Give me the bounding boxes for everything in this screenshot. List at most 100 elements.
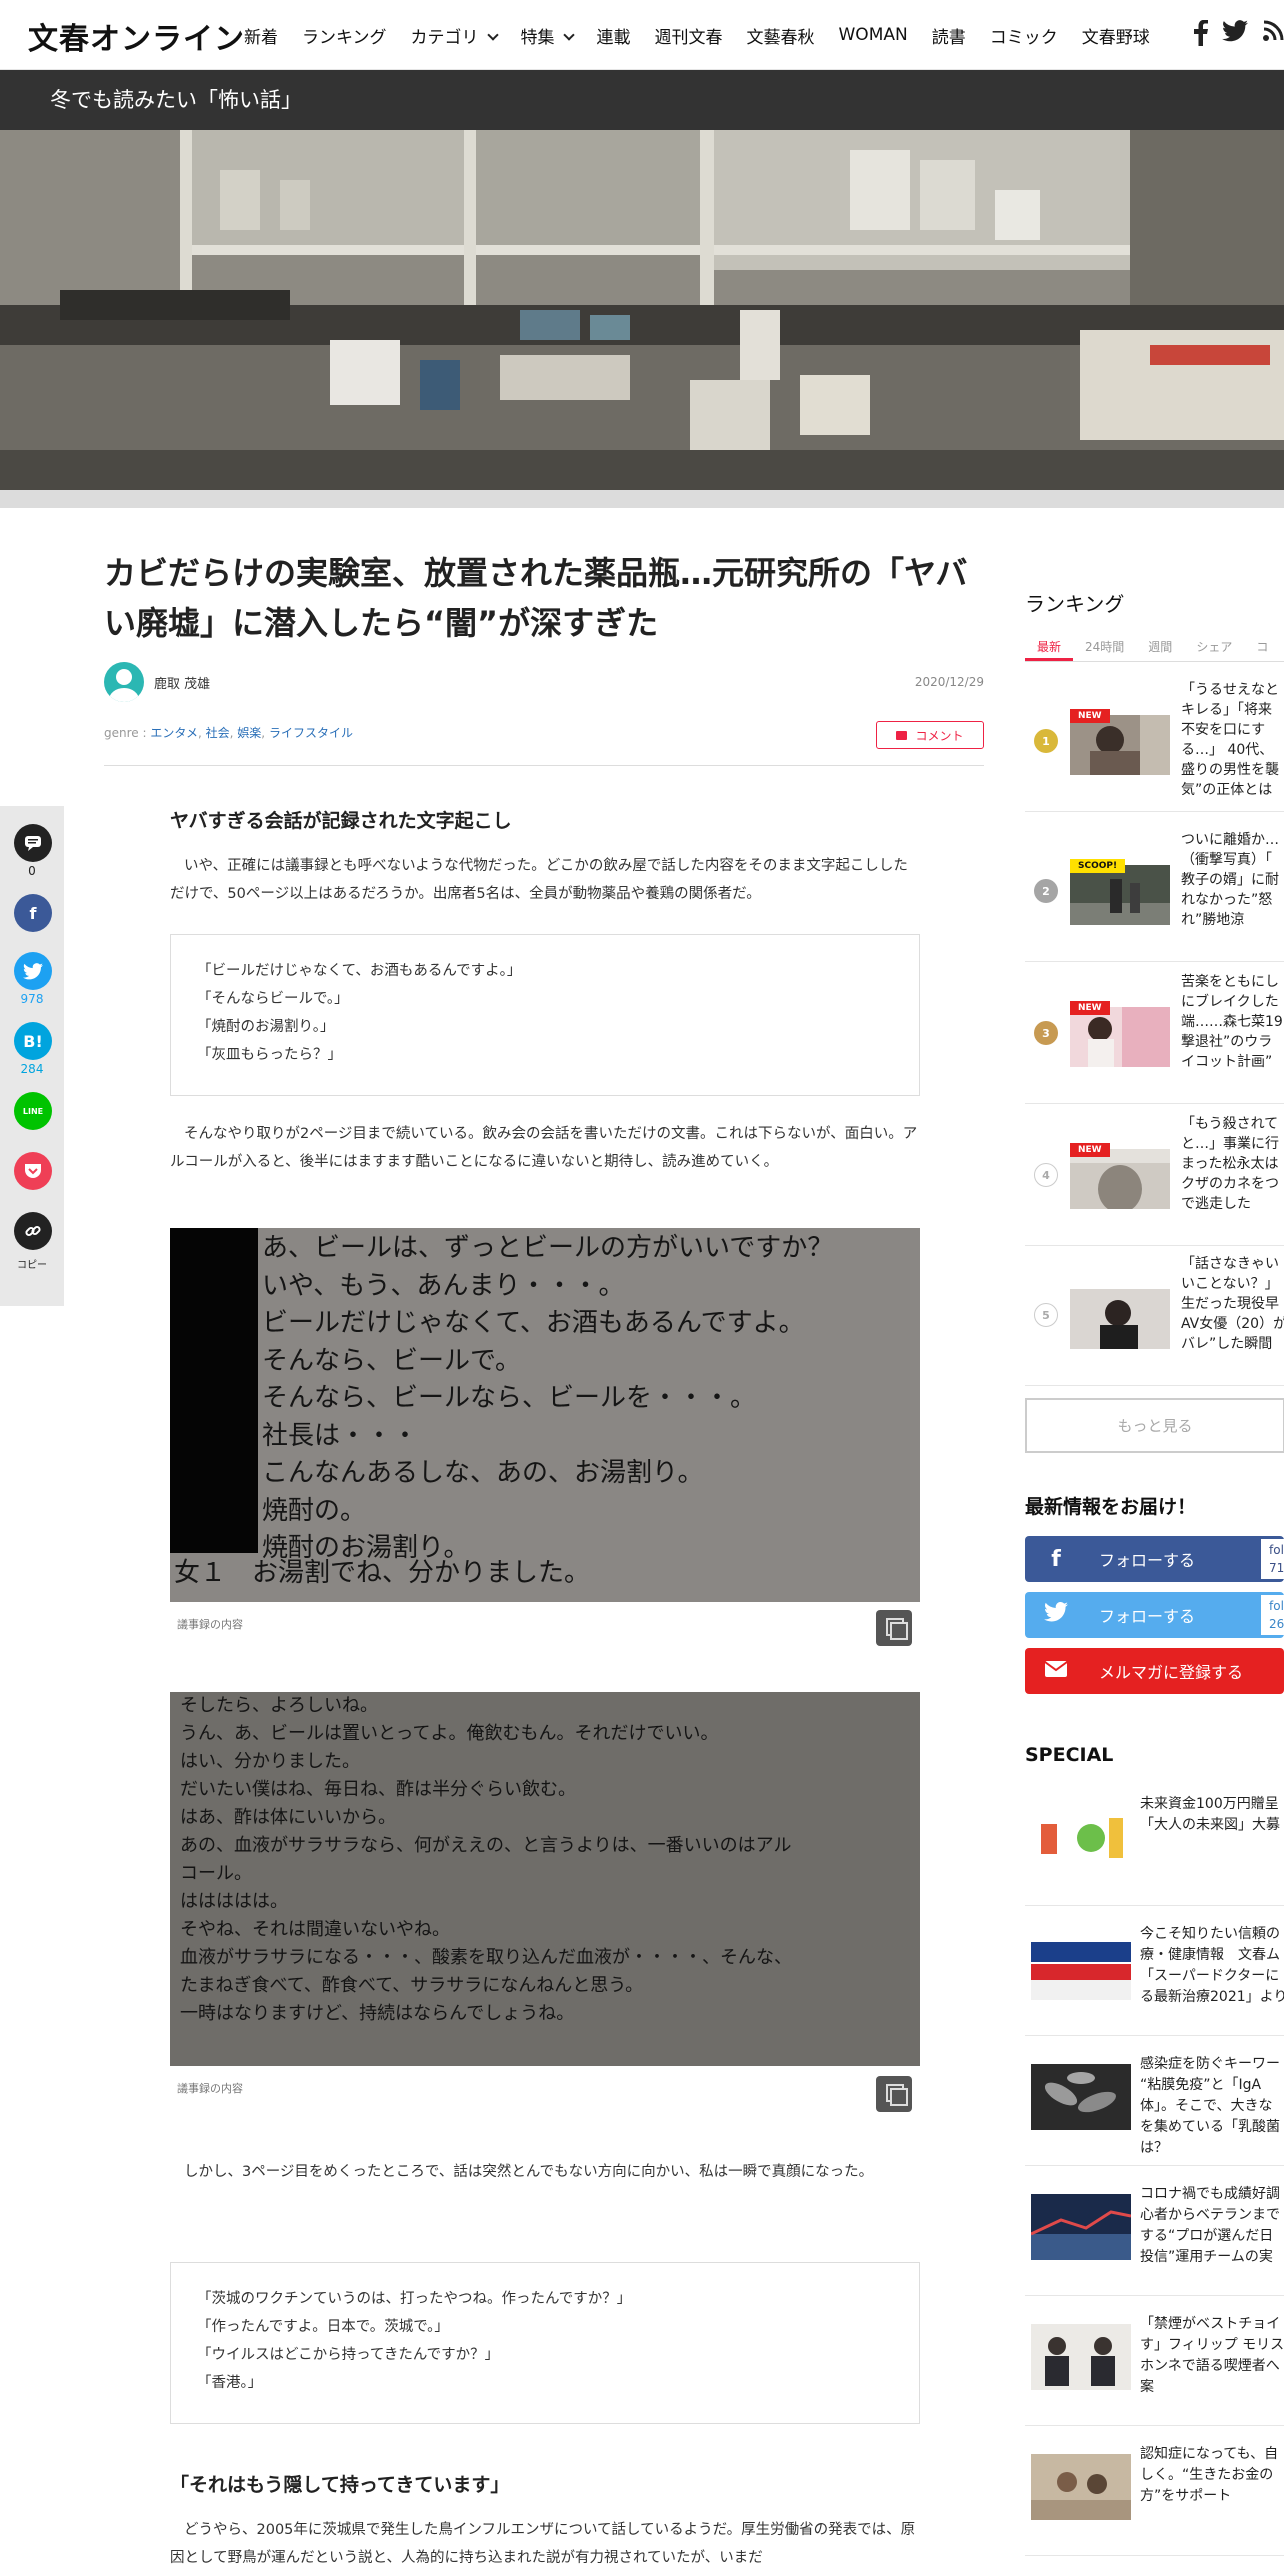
- comment-share-icon[interactable]: [14, 824, 52, 862]
- tab-share[interactable]: シェア: [1184, 632, 1244, 661]
- enlarge-icon[interactable]: [876, 1610, 912, 1646]
- tab-latest[interactable]: 最新: [1025, 632, 1074, 661]
- nav-item-comic[interactable]: コミック: [990, 23, 1058, 48]
- newsletter-button[interactable]: メルマガに登録する: [1025, 1648, 1284, 1694]
- transcript-line: そやね、それは間違いないやね。: [180, 1919, 450, 1940]
- ranking-item[interactable]: 5 「話さなきゃい いことない？」 生だった現役早 AV女優（20）が バレ”し…: [1025, 1246, 1284, 1386]
- document-photo-2[interactable]: そしたら、よろしいね。 うん、あ、ビールは置いとってよ。俺飲むもん。それだけでい…: [170, 1692, 920, 2066]
- ranking-item[interactable]: 2 SCOOP! ついに離婚か… （衝撃写真）「 教子の婿」に耐 れなかった”怒…: [1025, 822, 1284, 962]
- comment-icon: [896, 730, 908, 740]
- transcript-line: コール。: [180, 1863, 252, 1884]
- pocket-share-icon[interactable]: [14, 1152, 52, 1190]
- headline-line: れ”勝地涼: [1181, 912, 1245, 928]
- twitter-share-count: 978: [20, 992, 44, 1006]
- quote-line: 「そんならビールで。」: [197, 991, 349, 1007]
- nav-item-woman[interactable]: WOMAN: [839, 25, 908, 45]
- headline-line: 方”をサポート: [1140, 2488, 1232, 2504]
- special-item[interactable]: 「禁煙がベストチョイ す」フィリップ モリス ホンネで語る喫煙者へ 案: [1025, 2296, 1284, 2426]
- special-thumbnail: [1031, 1804, 1131, 1870]
- chevron-down-icon: [562, 28, 575, 41]
- site-logo[interactable]: 文春オンライン: [28, 14, 245, 58]
- special-item[interactable]: コロナ禍でも成績好調 心者からベテランまで する“プロが選んだ日 投信”運用チー…: [1025, 2166, 1284, 2296]
- comment-button-label: コメント: [915, 728, 964, 743]
- transcript-line: 一時はなりますけど、持続はならんでしょうね。: [180, 2003, 575, 2024]
- quote-line: 「灰皿もらったら？」: [197, 1047, 342, 1063]
- transcript-line: こんなんあるしな、あの、お湯割り。: [262, 1458, 704, 1488]
- hatena-bookmark-icon[interactable]: B!: [14, 1022, 52, 1060]
- divider: [104, 765, 984, 766]
- special-item[interactable]: 未来資金100万円贈呈 「大人の未来図」大募: [1025, 1776, 1284, 1906]
- facebook-share-icon[interactable]: f: [14, 894, 52, 932]
- ranking-tabs: 最新 24時間 週間 シェア コ: [1025, 632, 1284, 662]
- section-heading: 「それはもう隠して持ってきています」: [170, 2474, 510, 2496]
- nav-item-books[interactable]: 読書: [932, 23, 966, 48]
- headline-line: 撃退社”のウラ: [1181, 1034, 1273, 1050]
- lab-photo: [0, 130, 1284, 490]
- quote-line: 「ウイルスはどこから持ってきたんですか？」: [197, 2347, 500, 2363]
- headline-line: 「禁煙がベストチョイ: [1140, 2316, 1281, 2332]
- nav-item-new[interactable]: 新着: [244, 23, 278, 48]
- twitter-follow-button[interactable]: フォローする foll 2698: [1025, 1592, 1284, 1638]
- nav-item-feature[interactable]: 特集: [520, 23, 575, 48]
- hero-image: [0, 130, 1284, 490]
- headline-line: “粘膜免疫”と「IgA: [1140, 2077, 1262, 2093]
- facebook-icon[interactable]: [1194, 20, 1208, 46]
- mail-icon: [1041, 1659, 1071, 1684]
- genre-link[interactable]: エンタメ: [150, 726, 198, 740]
- nav-item-category-label: カテゴリ: [410, 27, 479, 48]
- ranking-item[interactable]: 4 NEW 「もう殺されて と…」事業に行 まった松永太は クザのカネをつ で逃…: [1025, 1106, 1284, 1246]
- transcript-line: そんなら、ビールなら、ビールを・・・。: [262, 1383, 757, 1413]
- headline-line: 「もう殺されて: [1181, 1116, 1279, 1132]
- ranking-item[interactable]: 3 NEW 苦楽をともにし にブレイクした 端……森七菜19 撃退社”のウラ イ…: [1025, 964, 1284, 1104]
- line-share-icon[interactable]: LINE: [14, 1092, 52, 1130]
- headline-line: 「スーパードクターに: [1140, 1968, 1280, 1984]
- hero-divider: [0, 490, 1284, 508]
- copy-label: コピー: [17, 1260, 47, 1271]
- nav-item-bungeishunju[interactable]: 文藝春秋: [747, 23, 815, 48]
- nav-item-serial[interactable]: 連載: [597, 23, 631, 48]
- nav-item-baseball[interactable]: 文春野球: [1082, 23, 1150, 48]
- tab-comment[interactable]: コ: [1244, 632, 1280, 661]
- rss-icon[interactable]: [1262, 20, 1284, 42]
- special-headline: 未来資金100万円贈呈 「大人の未来図」大募: [1140, 1794, 1284, 1836]
- document-photo-1[interactable]: あ、ビールは、ずっとビールの方がいいですか？ いや、もう、あんまり・・・。 ビー…: [170, 1228, 920, 1602]
- author-avatar[interactable]: [104, 662, 144, 702]
- headline-line: 心者からベテランまで: [1140, 2207, 1280, 2223]
- nav-item-ranking[interactable]: ランキング: [302, 23, 387, 48]
- copy-link-icon[interactable]: [14, 1212, 52, 1250]
- genre-link[interactable]: ライフスタイル: [269, 726, 353, 740]
- facebook-follow-button[interactable]: f フォローする foll 71: [1025, 1536, 1284, 1582]
- nav-item-feature-label: 特集: [520, 27, 555, 48]
- tab-24h[interactable]: 24時間: [1073, 632, 1136, 661]
- more-button[interactable]: もっと見る: [1025, 1398, 1284, 1453]
- nav-item-shukan-bunshun[interactable]: 週刊文春: [655, 23, 723, 48]
- twitter-share-icon[interactable]: [14, 952, 52, 990]
- headline-line: 認知症になっても、自: [1140, 2446, 1279, 2462]
- headline-line: す」フィリップ モリス: [1140, 2337, 1284, 2353]
- special-title: SPECIAL: [1025, 1744, 1114, 1766]
- special-item[interactable]: 認知症になっても、自 しく。“生きたお金の 方”をサポート: [1025, 2426, 1284, 2556]
- feature-banner[interactable]: 冬でも読みたい「怖い話」: [0, 70, 1284, 130]
- genre-link[interactable]: 社会: [206, 726, 230, 740]
- headline-line: を集めている「乳酸菌: [1140, 2119, 1280, 2135]
- enlarge-icon[interactable]: [876, 2076, 912, 2112]
- comment-button[interactable]: コメント: [876, 721, 984, 749]
- special-item[interactable]: 今こそ知りたい信頼の 療・健康情報 文春ム 「スーパードクターに る最新治療20…: [1025, 1906, 1284, 2036]
- twitter-icon[interactable]: [1222, 20, 1248, 42]
- tab-weekly[interactable]: 週間: [1136, 632, 1184, 661]
- author-name[interactable]: 鹿取 茂雄: [154, 673, 210, 692]
- genre-link[interactable]: 娯楽: [237, 726, 261, 740]
- ranking-headline: 「うるせえなと キレる」「将来 不安を口にす る…」 40代、 盛りの男性を襲 …: [1181, 680, 1284, 800]
- transcript-line: ビールだけじゃなくて、お酒もあるんですよ。: [262, 1308, 805, 1338]
- headline-line: バレ”した瞬間: [1181, 1336, 1273, 1352]
- ranking-item[interactable]: 1 NEW 「うるせえなと キレる」「将来 不安を口にす る…」 40代、 盛り…: [1025, 672, 1284, 812]
- headline-line: する“プロが選んだ日: [1140, 2228, 1274, 2244]
- page: 文春オンライン 新着 ランキング カテゴリ 特集 連載 週刊文春 文藝春秋 WO…: [0, 0, 1284, 2568]
- quote-line: 「茨城のワクチンていうのは、打ったやつね。作ったんですか？」: [197, 2291, 632, 2307]
- special-item[interactable]: 感染症を防ぐキーワー “粘膜免疫”と「IgA 体」。そこで、大きな を集めている…: [1025, 2036, 1284, 2166]
- follow-title: 最新情報をお届け！: [1025, 1496, 1197, 1518]
- headline-line: 端……森七菜19: [1181, 1014, 1283, 1030]
- nav-item-category[interactable]: カテゴリ: [410, 23, 499, 48]
- scoop-badge: SCOOP!: [1070, 859, 1126, 873]
- author-block[interactable]: 鹿取 茂雄: [104, 662, 210, 702]
